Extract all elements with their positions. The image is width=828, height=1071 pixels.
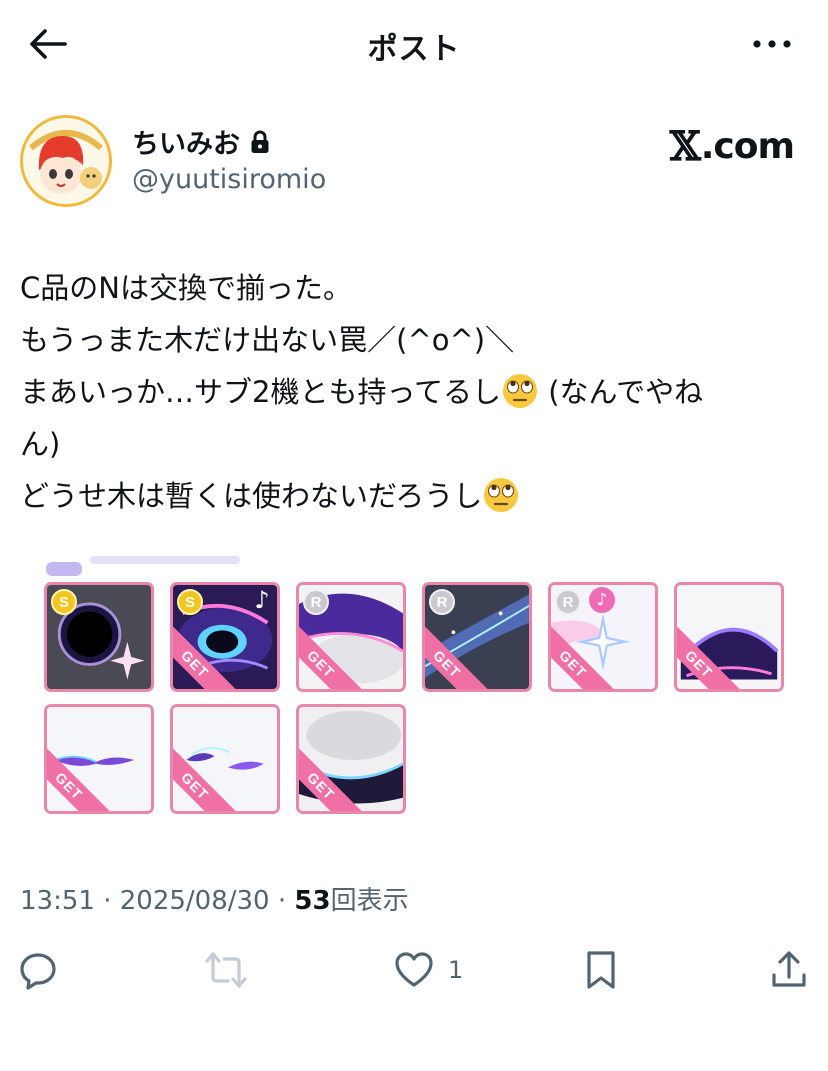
x-com-watermark: 𝕏 .com (669, 123, 795, 170)
bookmark-icon (587, 951, 615, 989)
like-button[interactable]: 1 (394, 944, 463, 996)
meta-separator: · (277, 886, 287, 916)
post-line: まあいっか…サブ2機とも持ってるし (なんでやね (20, 366, 810, 418)
post-line: もうっまた木だけ出ない罠／(^o^)＼ (20, 323, 515, 357)
item-tile[interactable]: GET (674, 582, 784, 692)
item-tile[interactable]: S (44, 582, 154, 692)
author-name[interactable]: ちいみお (132, 122, 270, 161)
item-tile[interactable]: GET (296, 704, 406, 814)
view-count[interactable]: 53 (294, 886, 330, 916)
music-note-icon: ♪ (589, 587, 615, 613)
music-note-icon: ♪ (254, 586, 270, 614)
item-tile[interactable]: R ♪ GET (548, 582, 658, 692)
post-line: C品のNは交換で揃った。 (20, 271, 352, 305)
reply-icon (20, 953, 56, 990)
more-button[interactable] (746, 22, 798, 66)
rolling-eyes-emoji-icon (484, 478, 519, 512)
top-bar: ポスト (0, 0, 828, 90)
share-button[interactable] (770, 944, 808, 996)
more-horizontal-icon (753, 40, 791, 48)
like-count: 1 (448, 956, 464, 984)
media-header-ribbon (46, 556, 240, 576)
rank-badge: R (429, 589, 455, 615)
post-time: 13:51 (20, 886, 95, 916)
post-line-text: どうせ木は暫くは使わないだろうし (20, 479, 483, 513)
view-count-label: 回表示 (330, 886, 409, 916)
post-line-text: まあいっか…サブ2機とも持ってるし (20, 375, 502, 409)
post-line: ん) (20, 427, 61, 461)
rank-badge: S (51, 589, 77, 615)
heart-icon (395, 952, 433, 987)
item-tile[interactable]: GET (170, 704, 280, 814)
post-text: C品のNは交換で揃った。 もうっまた木だけ出ない罠／(^o^)＼ まあいっか…サ… (20, 262, 810, 522)
reply-button[interactable] (18, 944, 58, 996)
action-bar: 1 (0, 940, 828, 1000)
item-tile[interactable]: GET (44, 704, 154, 814)
rolling-eyes-emoji-icon (503, 374, 538, 408)
bookmark-button[interactable] (584, 944, 618, 996)
share-icon (772, 951, 806, 987)
item-tile[interactable]: R GET (422, 582, 532, 692)
x-logo-icon: 𝕏 (669, 123, 701, 170)
meta-separator: · (103, 886, 112, 916)
repost-button[interactable] (204, 944, 248, 996)
rank-badge: R (303, 589, 329, 615)
avatar[interactable] (20, 115, 112, 207)
author-display-name: ちいみお (132, 129, 240, 160)
lock-icon (251, 130, 269, 153)
post-line-text: (なんでやね (539, 375, 704, 409)
x-com-suffix: .com (700, 126, 795, 167)
repost-icon (205, 952, 247, 988)
page-title: ポスト (367, 32, 461, 67)
post-date: 2025/08/30 (119, 886, 270, 916)
rank-badge: S (177, 589, 203, 615)
post-line: どうせ木は暫くは使わないだろうし (20, 470, 810, 522)
post-media[interactable]: S S ♪ GET R GET R GET R ♪ GET GET GET GET GET (40, 556, 790, 826)
item-tile[interactable]: S ♪ GET (170, 582, 280, 692)
post-meta: 13:51 · 2025/08/30 · 53回表示 (20, 880, 409, 917)
item-tile[interactable]: R GET (296, 582, 406, 692)
author-handle[interactable]: @yuutisiromio (132, 164, 326, 195)
rank-badge: R (555, 589, 581, 615)
avatar-illustration (23, 118, 109, 204)
